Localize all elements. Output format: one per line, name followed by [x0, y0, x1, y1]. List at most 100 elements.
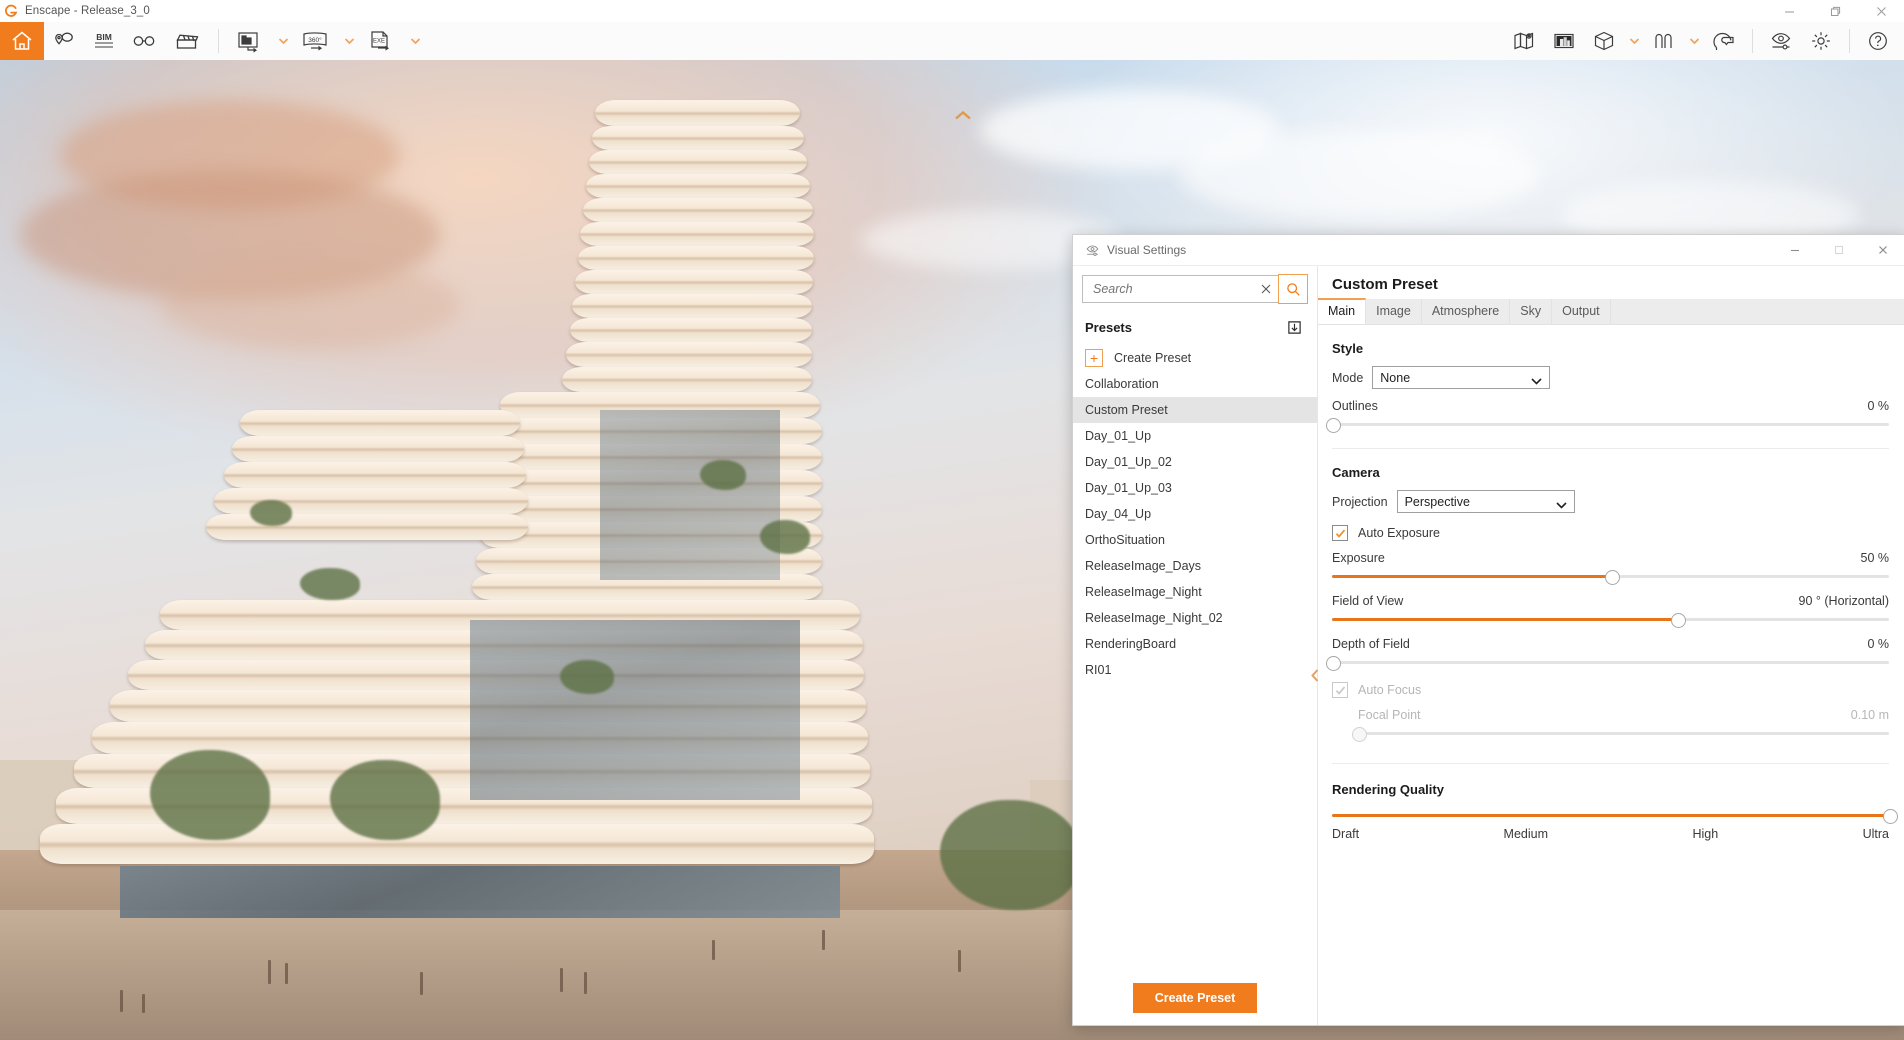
entourage-person	[142, 994, 145, 1013]
panorama-360-icon[interactable]: 360°	[293, 22, 339, 60]
entourage-person	[560, 968, 563, 992]
list-item[interactable]: Day_04_Up	[1073, 501, 1317, 527]
list-item[interactable]: Day_01_Up_02	[1073, 449, 1317, 475]
search-icon[interactable]	[1278, 274, 1308, 304]
quality-label-draft: Draft	[1332, 827, 1359, 841]
projection-row: Projection Perspective	[1332, 490, 1889, 513]
visual-settings-dialog[interactable]: Visual Settings	[1072, 234, 1904, 1026]
divider	[1332, 763, 1889, 764]
gear-icon[interactable]	[1801, 22, 1841, 60]
slider-knob[interactable]	[1671, 613, 1686, 628]
import-icon[interactable]	[1283, 316, 1305, 338]
list-item[interactable]: Custom Preset	[1073, 397, 1317, 423]
chevron-down-icon[interactable]	[405, 22, 425, 60]
building-slab	[572, 294, 812, 318]
building-slab	[589, 150, 807, 174]
help-icon[interactable]	[1858, 22, 1898, 60]
field-of-view-slider[interactable]	[1332, 611, 1889, 627]
create-preset-label: Create Preset	[1114, 351, 1191, 365]
tab-image[interactable]: Image	[1366, 299, 1422, 324]
cube-icon[interactable]	[1584, 22, 1624, 60]
list-item[interactable]: ReleaseImage_Days	[1073, 553, 1317, 579]
chevron-down-icon[interactable]	[339, 22, 359, 60]
street-tree	[150, 750, 270, 840]
glasses-icon[interactable]	[124, 22, 164, 60]
tab-atmosphere[interactable]: Atmosphere	[1422, 299, 1510, 324]
slider-knob[interactable]	[1883, 809, 1898, 824]
dialog-close-button[interactable]	[1861, 235, 1904, 265]
quality-label-high: High	[1692, 827, 1718, 841]
home-icon[interactable]	[0, 22, 44, 60]
tab-sky[interactable]: Sky	[1510, 299, 1552, 324]
building-slab	[575, 270, 813, 294]
list-item[interactable]: ReleaseImage_Night	[1073, 579, 1317, 605]
rendering-quality-labels: Draft Medium High Ultra	[1332, 827, 1889, 841]
slider-knob[interactable]	[1326, 418, 1341, 433]
auto-exposure-checkbox[interactable]	[1332, 525, 1348, 541]
exposure-slider[interactable]	[1332, 568, 1889, 584]
auto-exposure-row[interactable]: Auto Exposure	[1332, 525, 1889, 541]
dialog-titlebar: Visual Settings	[1073, 235, 1904, 266]
style-section-heading: Style	[1332, 341, 1889, 356]
building-slab	[595, 100, 800, 126]
search-input[interactable]	[1091, 281, 1258, 297]
window-minimize-button[interactable]	[1766, 0, 1812, 22]
vr-headset-icon[interactable]	[1704, 22, 1744, 60]
list-item[interactable]: RI01	[1073, 657, 1317, 683]
list-item[interactable]: RenderingBoard	[1073, 631, 1317, 657]
entourage-person	[120, 990, 123, 1012]
eye-slider-icon[interactable]	[1761, 22, 1801, 60]
list-item[interactable]: OrthoSituation	[1073, 527, 1317, 553]
map-pin-icon[interactable]	[1504, 22, 1544, 60]
projection-select[interactable]: Perspective	[1397, 490, 1575, 513]
mode-select[interactable]: None	[1372, 366, 1550, 389]
tab-output[interactable]: Output	[1552, 299, 1611, 324]
list-item[interactable]: Day_01_Up	[1073, 423, 1317, 449]
rendering-quality-slider[interactable]	[1332, 807, 1889, 823]
curtain-wall-glazing	[120, 866, 840, 918]
comment-pin-icon[interactable]	[44, 22, 84, 60]
building-slab	[224, 462, 526, 488]
building-slab	[586, 174, 810, 198]
window-title: Enscape - Release_3_0	[25, 5, 150, 17]
chevron-up-icon[interactable]	[952, 108, 974, 122]
settings-tabs[interactable]: Main Image Atmosphere Sky Output	[1318, 299, 1904, 325]
list-item[interactable]: Collaboration	[1073, 371, 1317, 397]
dialog-minimize-button[interactable]	[1773, 235, 1817, 265]
material-editor-icon[interactable]	[1544, 22, 1584, 60]
presets-list[interactable]: + Create Preset Collaboration Custom Pre…	[1073, 342, 1317, 975]
views-icon[interactable]	[1644, 22, 1684, 60]
slider-knob[interactable]	[1326, 656, 1341, 671]
chevron-down-icon[interactable]	[273, 22, 293, 60]
chevron-left-icon[interactable]	[1308, 658, 1321, 692]
search-input-wrapper[interactable]	[1082, 275, 1278, 303]
outlines-slider[interactable]	[1332, 416, 1889, 432]
exe-export-icon[interactable]: EXE	[359, 22, 405, 60]
building-slab	[578, 246, 814, 270]
building-slab	[40, 824, 874, 864]
window-close-button[interactable]	[1858, 0, 1904, 22]
tab-main[interactable]: Main	[1318, 298, 1366, 324]
chevron-down-icon[interactable]	[1624, 22, 1644, 60]
chevron-down-icon[interactable]	[1684, 22, 1704, 60]
projection-label: Projection	[1332, 495, 1388, 509]
clapperboard-icon[interactable]	[164, 22, 210, 60]
render-image-icon[interactable]	[227, 22, 273, 60]
focal-point-slider	[1358, 725, 1889, 741]
rendering-quality-block: Draft Medium High Ultra	[1332, 807, 1889, 841]
list-item[interactable]: Day_01_Up_03	[1073, 475, 1317, 501]
presets-panel: Presets + Create Preset Collaboration Cu…	[1073, 266, 1318, 1025]
building-slab	[240, 410, 520, 436]
field-of-view-value: 90 ° (Horizontal)	[1799, 594, 1889, 608]
focal-point-slider-block: Focal Point 0.10 m	[1358, 708, 1889, 741]
close-icon[interactable]	[1258, 281, 1274, 297]
window-restore-button[interactable]	[1812, 0, 1858, 22]
create-preset-row[interactable]: + Create Preset	[1073, 344, 1317, 371]
slider-knob[interactable]	[1605, 570, 1620, 585]
bim-icon[interactable]: BIM	[84, 22, 124, 60]
depth-of-field-slider[interactable]	[1332, 654, 1889, 670]
entourage-person	[584, 972, 587, 994]
settings-content: Style Mode None	[1318, 325, 1904, 1025]
create-preset-button[interactable]: Create Preset	[1133, 983, 1258, 1013]
list-item[interactable]: ReleaseImage_Night_02	[1073, 605, 1317, 631]
